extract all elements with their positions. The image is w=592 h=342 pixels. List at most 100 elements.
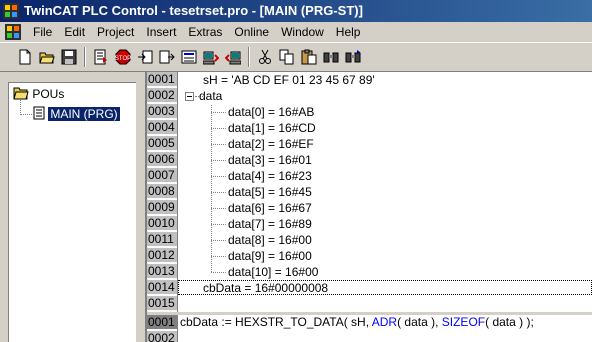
- code-line[interactable]: sH = 'AB CD EF 01 23 45 67 89': [203, 73, 375, 88]
- menu-file[interactable]: File: [27, 22, 58, 42]
- new-document-icon: [19, 49, 31, 65]
- menu-extras[interactable]: Extras: [182, 22, 228, 42]
- pou-tree[interactable]: POUs MAIN (PRG): [8, 82, 136, 342]
- tree-connector: [211, 256, 226, 257]
- menu-project[interactable]: Project: [91, 22, 140, 42]
- gutter-divider: [177, 72, 178, 312]
- tree-connector: [211, 105, 212, 272]
- menu-window[interactable]: Window: [275, 22, 330, 42]
- toolbar: STOP: [0, 42, 592, 72]
- line-number: 0007: [147, 168, 177, 183]
- code-line[interactable]: data[2] = 16#EF: [228, 137, 314, 152]
- code-line[interactable]: cbData := HEXSTR_TO_DATA( sH, ADR( data …: [180, 315, 534, 330]
- stop-button[interactable]: STOP: [112, 47, 134, 67]
- line-number: 0015: [147, 296, 177, 311]
- copy-icon: [279, 49, 294, 65]
- tree-connector: [211, 224, 226, 225]
- gutter-divider: [177, 315, 178, 342]
- tree-connector: [211, 272, 226, 273]
- program-file-icon: [33, 106, 45, 120]
- tree-connector: [211, 160, 226, 161]
- code-line[interactable]: cbData = 16#00000008: [203, 281, 328, 296]
- menu-help[interactable]: Help: [330, 22, 367, 42]
- title-bar[interactable]: TwinCAT PLC Control - tesetrset.pro - [M…: [0, 0, 592, 22]
- cut-button[interactable]: [254, 47, 276, 67]
- line-number: 0001: [147, 72, 177, 87]
- line-number: 0005: [147, 136, 177, 151]
- code-line[interactable]: data[3] = 16#01: [228, 153, 312, 168]
- logout-computer-icon: [225, 51, 241, 65]
- breakpoint-button[interactable]: [178, 47, 200, 67]
- tree-connector: [211, 240, 226, 241]
- tree-node-main[interactable]: MAIN (PRG): [33, 106, 120, 122]
- step-over-button[interactable]: [156, 47, 178, 67]
- pou-panel: POUs MAIN (PRG): [0, 72, 145, 342]
- code-line[interactable]: data[0] = 16#AB: [228, 105, 314, 120]
- step-over-icon: [159, 50, 175, 64]
- folder-open-icon: [13, 87, 29, 100]
- code-text: cbData := HEXSTR_TO_DATA( sH,: [180, 315, 372, 329]
- tree-node-pous[interactable]: POUs: [13, 86, 64, 102]
- tree-connector: [211, 128, 226, 129]
- line-number: 0004: [147, 120, 177, 135]
- keyword-sizeof: SIZEOF: [441, 315, 486, 329]
- tree-connector: [20, 114, 32, 115]
- svg-text:STOP: STOP: [115, 56, 131, 62]
- save-disk-icon: [61, 49, 77, 65]
- code-line[interactable]: data[6] = 16#67: [228, 201, 312, 216]
- code-text: ( data ),: [397, 315, 442, 329]
- line-number: 0001: [147, 315, 177, 330]
- code-line[interactable]: data[4] = 16#23: [228, 169, 312, 184]
- line-number: 0009: [147, 200, 177, 215]
- code-line[interactable]: data[8] = 16#00: [228, 233, 312, 248]
- declaration-editor[interactable]: 0001 0002 0003 0004 0005 0006 0007 0008 …: [147, 72, 592, 312]
- step-in-icon: [138, 50, 153, 64]
- line-number: 0010: [147, 216, 177, 231]
- line-number: 0002: [147, 331, 177, 342]
- document-system-icon[interactable]: [5, 24, 21, 40]
- collapse-toggle[interactable]: [185, 92, 194, 101]
- menu-online[interactable]: Online: [228, 22, 275, 42]
- line-number: 0003: [147, 104, 177, 119]
- login-button[interactable]: [200, 47, 222, 67]
- logout-button[interactable]: [222, 47, 244, 67]
- save-button[interactable]: [58, 47, 80, 67]
- tree-connector: [211, 208, 226, 209]
- binoculars-next-icon: [345, 50, 361, 63]
- line-number: 0002: [147, 88, 177, 103]
- toolbar-separator: [248, 47, 250, 67]
- code-line[interactable]: data[9] = 16#00: [228, 249, 312, 264]
- build-icon: [94, 49, 107, 65]
- tree-connector: [211, 176, 226, 177]
- paste-clipboard-icon: [301, 49, 317, 65]
- code-line[interactable]: data: [199, 89, 222, 104]
- new-button[interactable]: [14, 47, 36, 67]
- copy-button[interactable]: [276, 47, 298, 67]
- code-text: ( data ) );: [485, 315, 534, 329]
- build-button[interactable]: [90, 47, 112, 67]
- find-next-button[interactable]: [342, 47, 364, 67]
- open-button[interactable]: [36, 47, 58, 67]
- menu-edit[interactable]: Edit: [58, 22, 91, 42]
- line-number: 0006: [147, 152, 177, 167]
- tree-root-label: POUs: [32, 87, 65, 101]
- code-body-editor[interactable]: 0001 0002 cbData := HEXSTR_TO_DATA( sH, …: [147, 312, 592, 342]
- code-line[interactable]: data[7] = 16#89: [228, 217, 312, 232]
- step-in-button[interactable]: [134, 47, 156, 67]
- twincat-app-icon: [3, 3, 19, 19]
- code-line[interactable]: data[10] = 16#00: [228, 265, 318, 280]
- menu-insert[interactable]: Insert: [140, 22, 182, 42]
- window-title: TwinCAT PLC Control - tesetrset.pro - [M…: [24, 3, 363, 18]
- code-line[interactable]: data[1] = 16#CD: [228, 121, 316, 136]
- login-computer-icon: [203, 51, 219, 65]
- toolbar-separator: [84, 47, 86, 67]
- scissors-icon: [259, 49, 271, 64]
- stop-icon: STOP: [115, 49, 131, 65]
- breakpoint-list-icon: [181, 50, 197, 64]
- paste-button[interactable]: [298, 47, 320, 67]
- menu-bar: File Edit Project Insert Extras Online W…: [0, 22, 592, 42]
- find-button[interactable]: [320, 47, 342, 67]
- tree-item-label: MAIN (PRG): [48, 107, 120, 121]
- code-line[interactable]: data[5] = 16#45: [228, 185, 312, 200]
- line-number: 0008: [147, 184, 177, 199]
